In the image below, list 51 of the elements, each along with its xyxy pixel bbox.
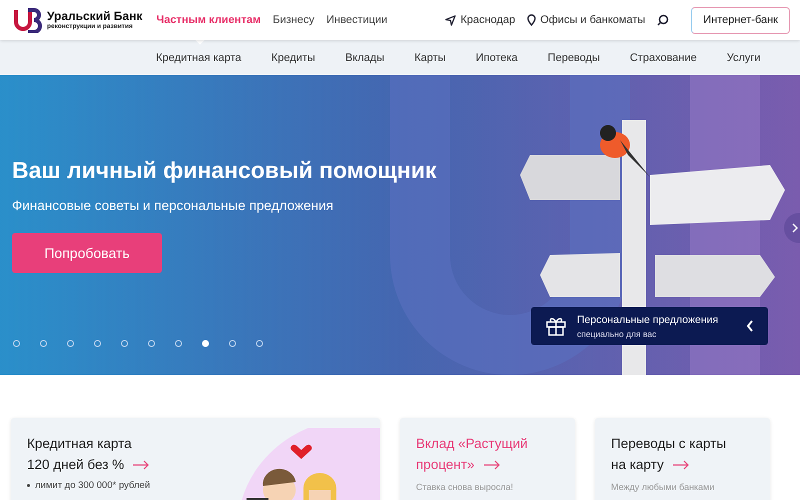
subnav-link[interactable]: Страхование <box>618 52 708 64</box>
subnav-link[interactable]: Карты <box>403 52 457 64</box>
carousel-dot[interactable] <box>13 340 20 347</box>
search-icon[interactable] <box>657 14 670 26</box>
carousel-dot[interactable] <box>148 340 155 347</box>
bank-name: Уральский Банк <box>47 10 142 22</box>
subnav-link[interactable]: Переводы <box>536 52 611 64</box>
gift-icon <box>545 315 567 337</box>
carousel-dot[interactable] <box>121 340 128 347</box>
subnav-link[interactable]: Услуги <box>716 52 772 64</box>
card-title-line: 120 дней без % <box>27 454 150 475</box>
carousel-dot[interactable] <box>256 340 263 347</box>
card-title-line: на карту <box>611 454 726 475</box>
offer-banner[interactable]: Персональные предложения специально для вас <box>531 307 768 345</box>
subnav-link[interactable]: Вклады <box>334 52 396 64</box>
chevron-left-icon[interactable] <box>746 320 754 332</box>
subnav-link[interactable]: Ипотека <box>464 52 529 64</box>
hero-title: Ваш личный финансовый помощник <box>12 157 438 184</box>
subnav-link[interactable]: Кредитная карта <box>145 52 252 64</box>
internet-bank-button[interactable]: Интернет-банк <box>691 6 790 34</box>
try-button[interactable]: Попробовать <box>12 233 162 273</box>
nav-link[interactable]: Инвестиции <box>326 14 388 26</box>
city-link[interactable]: Краснодар <box>445 14 516 26</box>
offer-title: Персональные предложения <box>577 314 718 326</box>
nav-link[interactable]: Бизнесу <box>272 14 314 26</box>
card-title-line: процент» <box>416 454 528 475</box>
offer-subtitle: специально для вас <box>577 328 658 338</box>
map-pin-icon <box>527 14 536 26</box>
carousel-dot[interactable] <box>40 340 47 347</box>
arrow-right-icon <box>672 460 690 470</box>
nav-link[interactable]: Частным клиентам <box>156 14 261 26</box>
card-note: Между любыми банками <box>611 482 716 492</box>
arrow-right-icon <box>482 460 501 470</box>
logo-icon <box>12 7 42 33</box>
card-title-line: Вклад «Растущий <box>416 435 528 453</box>
carousel-dot[interactable] <box>67 340 74 347</box>
arrow-right-icon <box>132 460 150 470</box>
card-title-line: Переводы с карты <box>611 435 726 453</box>
offices-link[interactable]: Офисы и банкоматы <box>527 14 646 26</box>
card-title-line: Кредитная карта <box>27 435 133 453</box>
product-card[interactable]: Переводы с карты на карту Между любыми банками <box>595 418 770 500</box>
hero-subtitle: Финансовые советы и персональные предложения <box>12 198 334 213</box>
card-note: Ставка снова выросла! <box>416 482 514 492</box>
chevron-right-icon <box>792 223 798 233</box>
carousel-dot[interactable] <box>229 340 236 347</box>
carousel-dot[interactable] <box>94 340 101 347</box>
location-arrow-icon <box>445 14 456 26</box>
carousel-dot[interactable] <box>175 340 182 347</box>
product-card[interactable]: Кредитная карта 120 дней без % лимит до 300 000* рублей <box>11 418 380 500</box>
card-bullet: лимит до 300 000* рублей <box>35 480 150 491</box>
subnav-link[interactable]: Кредиты <box>260 52 326 64</box>
